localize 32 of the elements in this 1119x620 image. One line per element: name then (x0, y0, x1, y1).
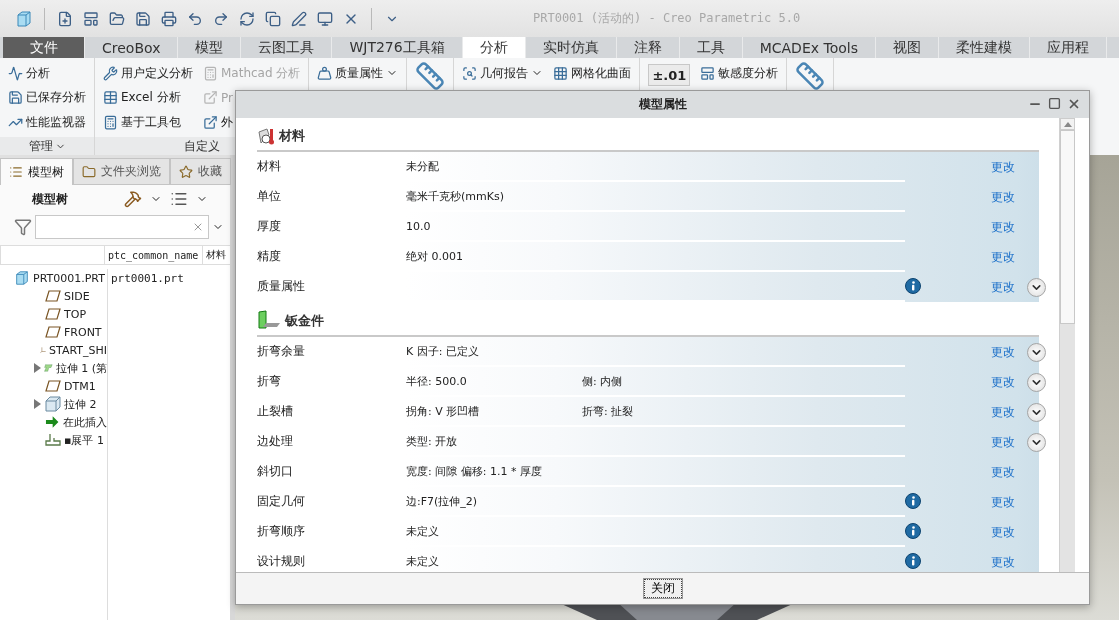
property-label: 斜切口 (257, 457, 406, 487)
property-label: 固定几何 (257, 487, 406, 517)
property-label: 折弯余量 (257, 337, 406, 367)
property-value: 绝对 0.001 (406, 248, 464, 264)
property-label: 材料 (257, 152, 406, 182)
property-value: 未分配 (406, 158, 440, 174)
property-value: 拐角: V 形凹槽 (406, 403, 481, 419)
property-value: 折弯: 扯裂 (582, 403, 635, 419)
property-value: 边:F7(拉伸_2) (406, 493, 479, 509)
property-value: 未定义 (406, 523, 440, 539)
property-value: 半径: 500.0 (406, 373, 468, 389)
property-value: 类型: 开放 (406, 433, 459, 449)
property-label: 精度 (257, 242, 406, 272)
property-value: 侧: 内侧 (582, 373, 624, 389)
dialog-title: 模型属性 (638, 96, 687, 113)
property-value: 宽度: 间隙 偏移: 1.1 * 厚度 (406, 463, 543, 479)
property-value: 10.0 (406, 219, 432, 233)
section-title: 材料 (279, 127, 305, 145)
property-label: 折弯 (257, 367, 406, 397)
property-label: 厚度 (257, 212, 406, 242)
property-label: 单位 (257, 182, 406, 212)
property-label: 质量属性 (257, 272, 406, 302)
property-label: 折弯顺序 (257, 517, 406, 547)
panel-title: 模型树 (32, 190, 68, 208)
window-title: PRT0001 (活动的) - Creo Parametric 5.0 (533, 10, 801, 27)
table-cell: prt0001.prt (111, 271, 184, 285)
property-label: 止裂槽 (257, 397, 406, 427)
section-title: 钣金件 (285, 312, 324, 330)
property-value: 毫米千克秒(mmKs) (406, 188, 505, 204)
property-value: K 因子: 已定义 (406, 343, 480, 359)
property-label: 边处理 (257, 427, 406, 457)
property-value: 未定义 (406, 553, 440, 569)
